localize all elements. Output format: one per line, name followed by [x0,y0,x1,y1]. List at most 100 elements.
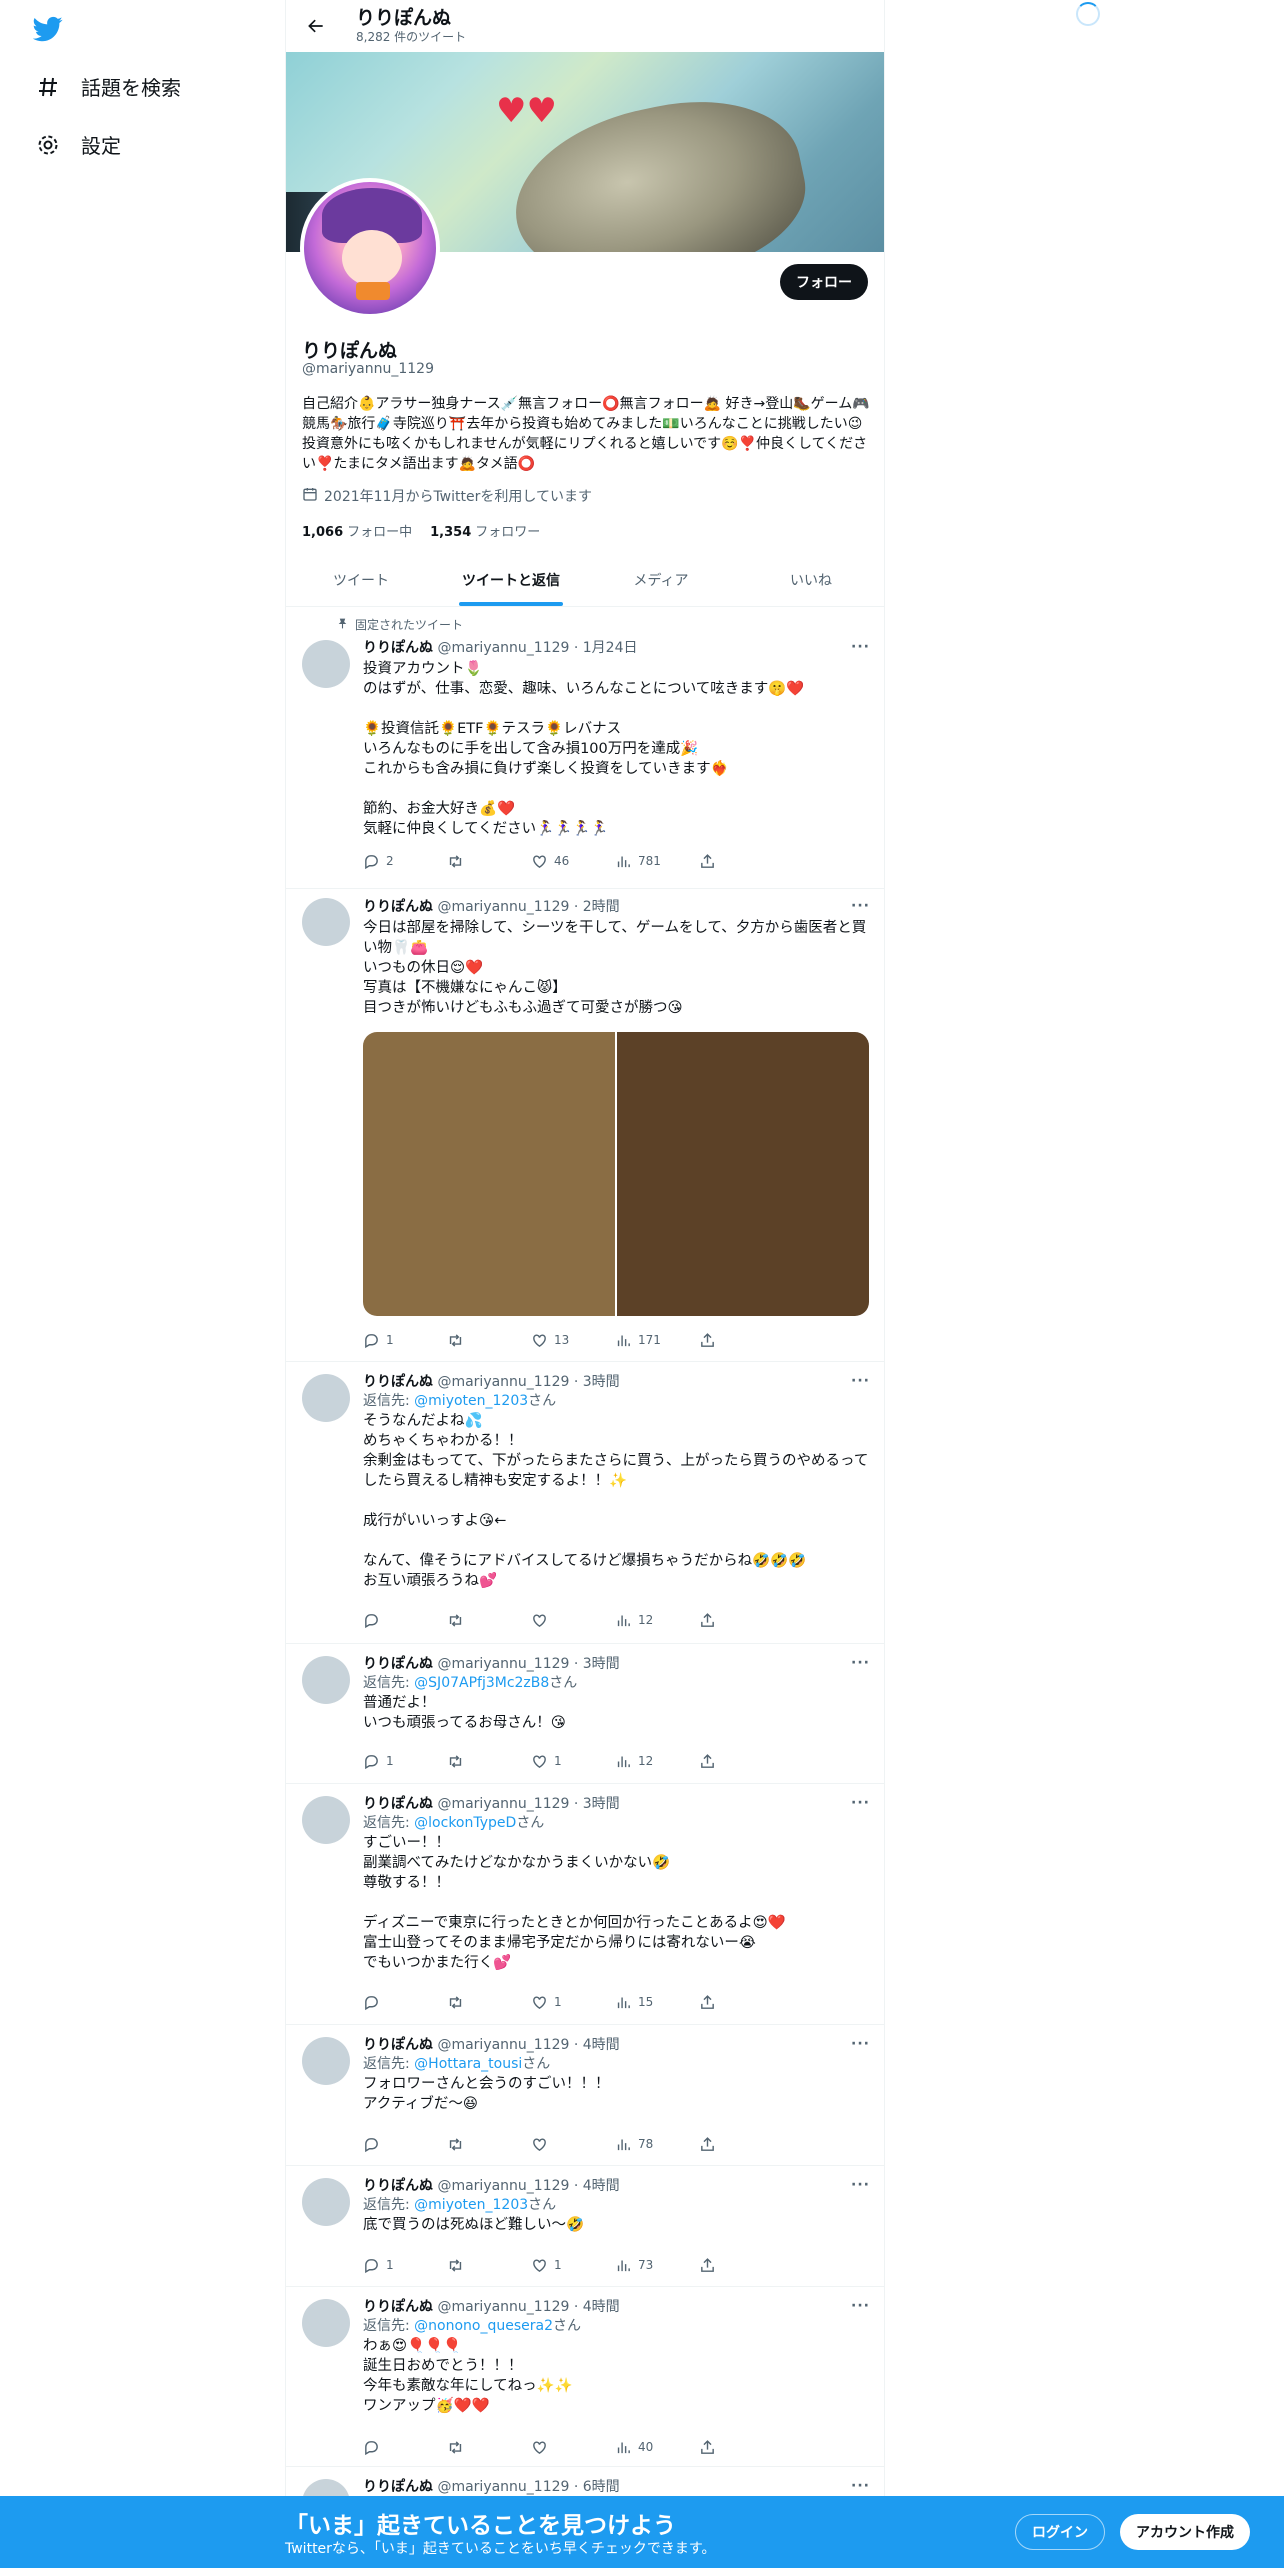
tweet-meta[interactable]: @mariyannu_1129 · 3時間 [437,1374,619,1390]
retweet-button[interactable] [447,1330,531,1350]
reply-to-handle[interactable]: @nonono_quesera2 [414,2318,553,2334]
tweet-avatar[interactable] [302,1656,350,1704]
like-button[interactable] [531,2134,615,2154]
reply-to-handle[interactable]: @lockonTypeD [414,1815,516,1831]
tab-tweets-and-replies[interactable]: ツイートと返信 [436,554,586,606]
tweet-meta[interactable]: @mariyannu_1129 · 3時間 [437,1796,619,1812]
tweet-meta[interactable]: @mariyannu_1129 · 2時間 [437,899,619,915]
profile-avatar[interactable] [300,178,440,318]
following-link[interactable]: 1,066 フォロー中 [302,521,412,540]
tweet-author[interactable]: りりぽんぬ [363,1796,433,1812]
more-options-icon[interactable]: ··· [851,1373,870,1389]
followers-link[interactable]: 1,354 フォロワー [430,521,540,540]
tweet-author[interactable]: りりぽんぬ [363,2178,433,2194]
reply-to-handle[interactable]: @miyoten_1203 [414,1393,528,1409]
retweet-button[interactable] [447,851,531,871]
tweet[interactable]: りりぽんぬ @mariyannu_1129 · 1月24日 ··· 投資アカウン… [286,607,884,889]
media-photo-1[interactable] [363,1032,615,1316]
tweet-author[interactable]: りりぽんぬ [363,2479,433,2495]
tweet-avatar[interactable] [302,1374,350,1422]
reply-to-handle[interactable]: @miyoten_1203 [414,2197,528,2213]
retweet-button[interactable] [447,2134,531,2154]
more-options-icon[interactable]: ··· [851,2036,870,2052]
share-button[interactable] [699,1330,783,1350]
like-button[interactable]: 1 [531,1751,615,1771]
tweet[interactable]: りりぽんぬ @mariyannu_1129 · 4時間 ··· 返信先: @no… [286,2287,884,2467]
nav-settings[interactable]: 設定 [35,130,121,159]
share-button[interactable] [699,1751,783,1771]
share-button[interactable] [699,2255,783,2275]
share-button[interactable] [699,851,783,871]
views-button[interactable]: 12 [615,1751,699,1771]
more-options-icon[interactable]: ··· [851,639,870,655]
tweet-avatar[interactable] [302,2037,350,2085]
reply-button[interactable]: 1 [363,1751,447,1771]
more-options-icon[interactable]: ··· [851,898,870,914]
retweet-button[interactable] [447,2437,531,2457]
more-options-icon[interactable]: ··· [851,2298,870,2314]
tweet-meta[interactable]: @mariyannu_1129 · 3時間 [437,1656,619,1672]
tweet-avatar[interactable] [302,1796,350,1844]
tweet-avatar[interactable] [302,2299,350,2347]
more-options-icon[interactable]: ··· [851,2478,870,2494]
tweet-meta[interactable]: @mariyannu_1129 · 4時間 [437,2037,619,2053]
like-button[interactable] [531,1610,615,1630]
tweet-media[interactable] [363,1032,869,1316]
signup-button[interactable]: アカウント作成 [1120,2514,1250,2550]
tweet-author[interactable]: りりぽんぬ [363,1374,433,1390]
share-button[interactable] [699,2437,783,2457]
nav-explore[interactable]: 話題を検索 [35,72,181,101]
tweet[interactable]: りりぽんぬ @mariyannu_1129 · 3時間 ··· 返信先: @mi… [286,1362,884,1644]
views-button[interactable]: 781 [615,851,699,871]
views-button[interactable]: 12 [615,1610,699,1630]
tweet-author[interactable]: りりぽんぬ [363,899,433,915]
views-button[interactable]: 78 [615,2134,699,2154]
tweet-author[interactable]: りりぽんぬ [363,2037,433,2053]
share-button[interactable] [699,2134,783,2154]
tweet-author[interactable]: りりぽんぬ [363,2299,433,2315]
like-button[interactable]: 46 [531,851,615,871]
reply-to-handle[interactable]: @SJ07APfj3Mc2zB8 [414,1675,549,1691]
more-options-icon[interactable]: ··· [851,2177,870,2193]
reply-button[interactable] [363,2437,447,2457]
tab-media[interactable]: メディア [586,554,736,606]
reply-button[interactable] [363,1992,447,2012]
tweet[interactable]: りりぽんぬ @mariyannu_1129 · 4時間 ··· 返信先: @mi… [286,2166,884,2287]
back-arrow-icon[interactable] [298,8,334,44]
tweet-author[interactable]: りりぽんぬ [363,640,433,656]
like-button[interactable] [531,2437,615,2457]
retweet-button[interactable] [447,1751,531,1771]
views-button[interactable]: 171 [615,1330,699,1350]
retweet-button[interactable] [447,1610,531,1630]
retweet-button[interactable] [447,2255,531,2275]
tab-tweets[interactable]: ツイート [286,554,436,606]
more-options-icon[interactable]: ··· [851,1795,870,1811]
like-button[interactable]: 13 [531,1330,615,1350]
reply-button[interactable]: 1 [363,1330,447,1350]
tweet-meta[interactable]: @mariyannu_1129 · 1月24日 [437,640,637,656]
views-button[interactable]: 40 [615,2437,699,2457]
reply-button[interactable]: 2 [363,851,447,871]
tweet-meta[interactable]: @mariyannu_1129 · 4時間 [437,2299,619,2315]
views-button[interactable]: 15 [615,1992,699,2012]
tweet-meta[interactable]: @mariyannu_1129 · 4時間 [437,2178,619,2194]
like-button[interactable]: 1 [531,1992,615,2012]
tweet-avatar[interactable] [302,640,350,688]
tweet[interactable]: りりぽんぬ @mariyannu_1129 · 2時間 ··· 今日は部屋を掃除… [286,889,884,1362]
reply-button[interactable]: 1 [363,2255,447,2275]
media-photo-2[interactable] [617,1032,869,1316]
share-button[interactable] [699,1992,783,2012]
tweet[interactable]: りりぽんぬ @mariyannu_1129 · 3時間 ··· 返信先: @SJ… [286,1644,884,1784]
retweet-button[interactable] [447,1992,531,2012]
tweet-avatar[interactable] [302,898,350,946]
reply-button[interactable] [363,2134,447,2154]
share-button[interactable] [699,1610,783,1630]
tweet[interactable]: りりぽんぬ @mariyannu_1129 · 3時間 ··· 返信先: @lo… [286,1784,884,2025]
reply-button[interactable] [363,1610,447,1630]
twitter-logo-icon[interactable] [32,14,63,44]
reply-to-handle[interactable]: @Hottara_tousi [414,2056,522,2072]
more-options-icon[interactable]: ··· [851,1655,870,1671]
tweet[interactable]: りりぽんぬ @mariyannu_1129 · 4時間 ··· 返信先: @Ho… [286,2025,884,2166]
follow-button[interactable]: フォロー [780,264,868,300]
like-button[interactable]: 1 [531,2255,615,2275]
